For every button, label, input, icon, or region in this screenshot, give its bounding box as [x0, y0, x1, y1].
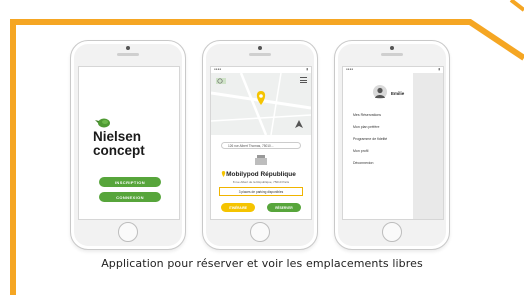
caption: Application pour réserver et voir les em… [101, 257, 423, 270]
map-view[interactable] [211, 73, 311, 135]
connexion-button[interactable]: CONNEXION [99, 192, 161, 202]
menu-item-reservations[interactable]: Mes Réservations [353, 113, 381, 117]
avatar [373, 85, 387, 99]
user-name: Emilie [391, 91, 405, 96]
login-screen: Nielsen concept INSCRIPTION CONNEXION [78, 66, 180, 220]
weather-icon [217, 78, 223, 84]
bird-icon [95, 118, 110, 128]
menu-item-plan[interactable]: Mon plan préfère [353, 125, 379, 129]
map-screen: ●●●● ▮ 126 rue Albert Thomas, 75010... M… [210, 66, 312, 220]
brand-line1: Nielsen [93, 129, 142, 144]
phone-login: Nielsen concept INSCRIPTION CONNEXION [70, 40, 186, 250]
home-button[interactable] [250, 222, 270, 242]
available-places: 3 places de parking disponibles [219, 187, 303, 196]
station-name: Mobilypod République [226, 171, 296, 178]
reserver-button[interactable]: RÉSERVER [267, 203, 301, 212]
brand-line2: concept [93, 143, 145, 158]
camera [258, 46, 262, 50]
speaker [381, 53, 403, 56]
inscription-button[interactable]: INSCRIPTION [99, 177, 161, 187]
station-address: 8 rue Albert de la République, 75010 Par… [232, 180, 290, 184]
speaker [249, 53, 271, 56]
phone-menu: ●●●● ▮ Emilie Mes Réservations Mon plan p… [334, 40, 450, 250]
camera [390, 46, 394, 50]
menu-screen: ●●●● ▮ Emilie Mes Réservations Mon plan p… [342, 66, 444, 220]
menu-icon[interactable] [300, 77, 307, 83]
address-text: 126 rue Albert Thomas, 75010... [228, 143, 274, 148]
menu-item-profil[interactable]: Mon profil [353, 149, 368, 153]
phone-map: ●●●● ▮ 126 rue Albert Thomas, 75010... M… [202, 40, 318, 250]
menu-item-fidelite[interactable]: Programme de fidelité [353, 137, 387, 141]
menu-overlay[interactable] [413, 73, 443, 219]
home-button[interactable] [118, 222, 138, 242]
address-search[interactable]: 126 rue Albert Thomas, 75010... [221, 142, 301, 149]
camera [126, 46, 130, 50]
home-button[interactable] [382, 222, 402, 242]
brand-logo: Nielsen concept [93, 117, 173, 158]
itineraire-button[interactable]: ITINÉRAIRE [221, 203, 255, 212]
menu-item-deconnexion[interactable]: Déconnexion [353, 161, 373, 165]
speaker [117, 53, 139, 56]
station-icon [255, 155, 267, 165]
